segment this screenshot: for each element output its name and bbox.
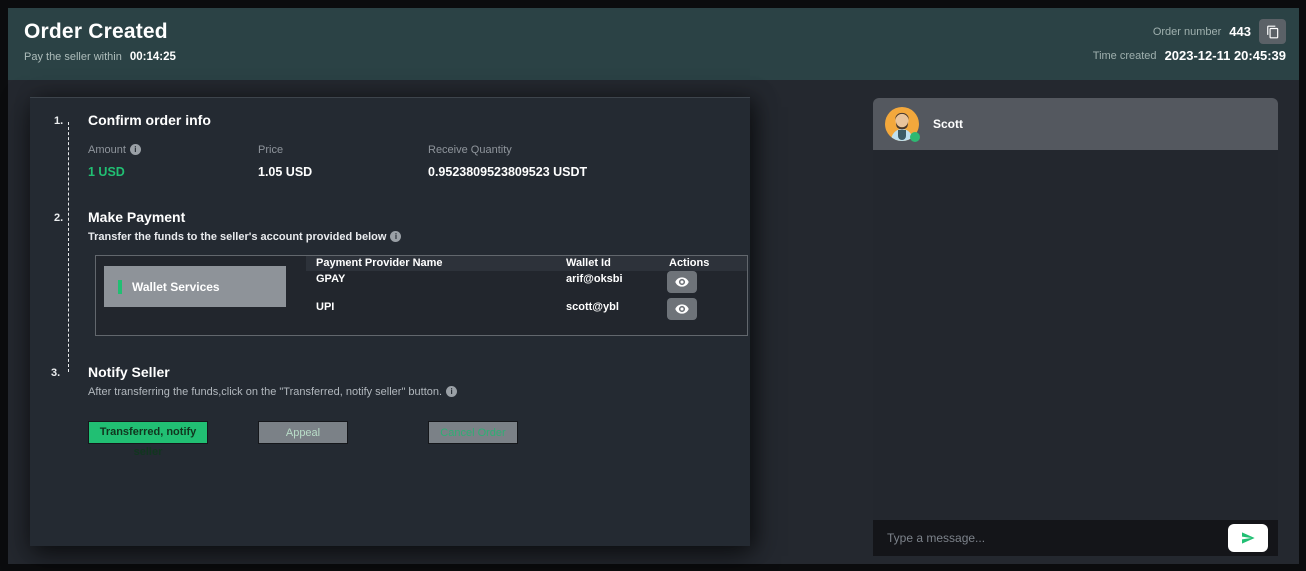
order-number-row: Order number 443 [1093,19,1286,44]
copy-icon [1266,25,1280,39]
step1-title: Confirm order info [88,112,211,128]
order-number-value: 443 [1229,24,1251,39]
send-icon [1240,530,1256,546]
amount-value: 1 USD [88,165,125,179]
transferred-notify-seller-button[interactable]: Transferred, notify seller [88,421,208,444]
order-header: Order Created Pay the seller within 00:1… [8,8,1299,80]
step3-number: 3. [51,367,60,379]
price-label: Price [258,144,283,156]
eye-icon [675,304,689,314]
chat-message-input[interactable] [873,520,1278,556]
order-number-label: Order number [1153,26,1221,38]
step2-number: 2. [54,212,63,224]
chat-peer-name: Scott [933,117,963,131]
info-icon[interactable]: i [130,144,141,155]
time-created-row: Time created 2023-12-11 20:45:39 [1093,48,1286,63]
chat-input-bar [873,520,1278,556]
send-message-button[interactable] [1228,524,1268,552]
pay-within-label: Pay the seller within [24,51,122,63]
step2-title: Make Payment [88,209,185,225]
step3-subtitle: After transferring the funds,click on th… [88,386,457,398]
active-tab-indicator [118,280,122,294]
order-meta: Order number 443 Time created 2023-12-11… [1093,19,1286,63]
price-value: 1.05 USD [258,165,312,179]
chat-panel: Scott [873,98,1278,556]
info-icon[interactable]: i [390,231,401,242]
receive-quantity-value: 0.9523809523809523 USDT [428,165,587,179]
table-row-wallet-id: arif@oksbi [566,273,623,285]
payment-methods-panel: Wallet Services Payment Provider Name Wa… [95,255,748,336]
tab-wallet-services[interactable]: Wallet Services [104,266,286,307]
chat-header: Scott [873,98,1278,150]
column-header-provider: Payment Provider Name [316,257,443,269]
view-payment-details-button[interactable] [667,298,697,320]
column-header-wallet-id: Wallet Id [566,257,611,269]
countdown-timer: 00:14:25 [130,51,176,63]
online-status-dot [910,132,920,142]
tab-wallet-services-label: Wallet Services [132,280,220,294]
avatar [885,107,919,141]
view-payment-details-button[interactable] [667,271,697,293]
time-created-value: 2023-12-11 20:45:39 [1165,48,1286,63]
table-row-wallet-id: scott@ybl [566,301,619,313]
eye-icon [675,277,689,287]
time-created-label: Time created [1093,50,1157,62]
order-steps-card: 1. 2. 3. Confirm order info Amounti Pric… [30,97,750,546]
chat-message-area [873,150,1278,520]
cancel-order-button[interactable]: Cancel Order [428,421,518,444]
table-row-provider: UPI [316,301,334,313]
step1-number: 1. [54,115,63,127]
copy-order-number-button[interactable] [1259,19,1286,44]
step2-subtitle: Transfer the funds to the seller's accou… [88,231,401,243]
table-row-provider: GPAY [316,273,345,285]
step-connector-line [68,122,69,372]
appeal-button[interactable]: Appeal [258,421,348,444]
receive-quantity-label: Receive Quantity [428,144,512,156]
app-window: Order Created Pay the seller within 00:1… [8,8,1299,564]
column-header-actions: Actions [669,257,709,269]
amount-label: Amounti [88,144,141,156]
step3-title: Notify Seller [88,364,170,380]
info-icon[interactable]: i [446,386,457,397]
